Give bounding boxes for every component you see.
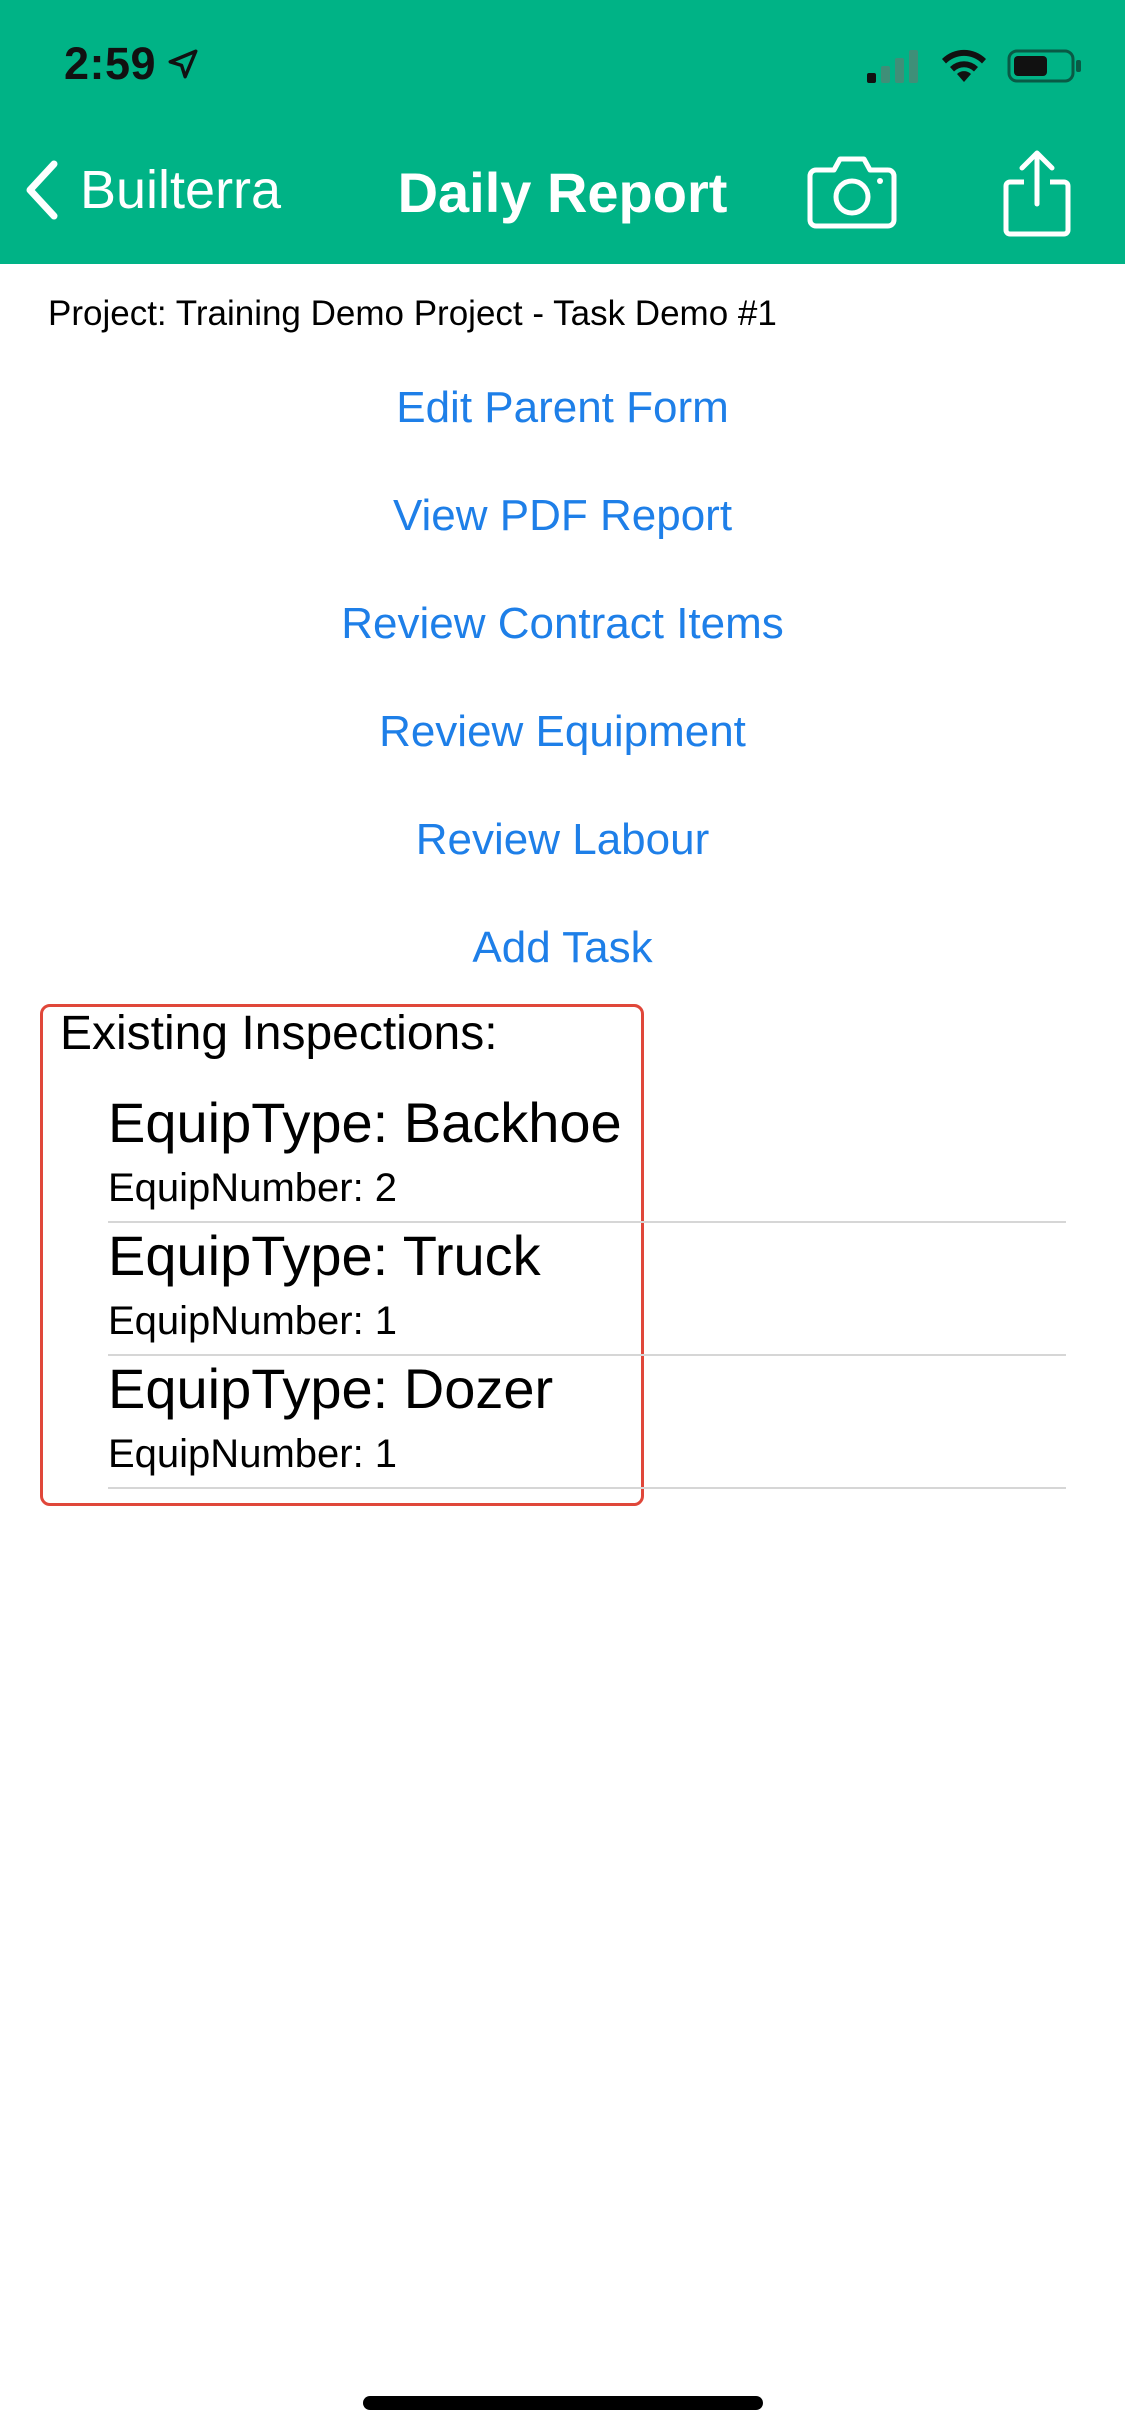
inspection-row[interactable]: EquipType: Backhoe EquipNumber: 2: [0, 1090, 1125, 1223]
battery-icon: [1007, 49, 1081, 83]
wifi-icon: [942, 49, 986, 82]
status-time-text: 2:59: [64, 38, 157, 89]
back-button-label: Builterra: [80, 160, 282, 220]
equip-type: EquipType: Dozer: [108, 1357, 554, 1420]
chevron-left-icon: [26, 160, 58, 220]
camera-button[interactable]: [806, 150, 898, 230]
inspections-heading: Existing Inspections:: [60, 1007, 498, 1060]
app-header: 2:59 Builterra Daily Report: [0, 0, 1125, 264]
row-divider: [108, 1487, 1066, 1489]
status-time: 2:59: [64, 38, 200, 90]
inspection-row[interactable]: EquipType: Truck EquipNumber: 1: [0, 1223, 1125, 1356]
location-arrow-icon: [168, 49, 198, 79]
camera-icon: [807, 156, 897, 229]
review-contract-items-link[interactable]: Review Contract Items: [0, 592, 1125, 700]
view-pdf-report-link[interactable]: View PDF Report: [0, 484, 1125, 592]
equip-number: EquipNumber: 1: [108, 1432, 398, 1476]
project-label: Project: Training Demo Project - Task De…: [48, 294, 777, 333]
review-labour-link[interactable]: Review Labour: [0, 808, 1125, 916]
equip-type: EquipType: Truck: [108, 1224, 541, 1287]
home-indicator[interactable]: [363, 2396, 763, 2410]
equip-number: EquipNumber: 2: [108, 1166, 398, 1210]
back-button[interactable]: Builterra: [22, 158, 281, 222]
review-equipment-link[interactable]: Review Equipment: [0, 700, 1125, 808]
share-icon: [1003, 150, 1071, 237]
equip-number: EquipNumber: 1: [108, 1299, 398, 1343]
equip-type: EquipType: Backhoe: [108, 1091, 622, 1154]
status-icons: [865, 48, 1083, 84]
edit-parent-form-link[interactable]: Edit Parent Form: [0, 376, 1125, 484]
inspection-list: EquipType: Backhoe EquipNumber: 2 EquipT…: [0, 1090, 1125, 1489]
screen: 2:59 Builterra Daily Report Project: Tra…: [0, 0, 1125, 2436]
share-button[interactable]: [1000, 148, 1074, 238]
action-links: Edit Parent Form View PDF Report Review …: [0, 376, 1125, 1024]
cellular-signal-icon: [867, 50, 918, 83]
inspection-row[interactable]: EquipType: Dozer EquipNumber: 1: [0, 1356, 1125, 1489]
